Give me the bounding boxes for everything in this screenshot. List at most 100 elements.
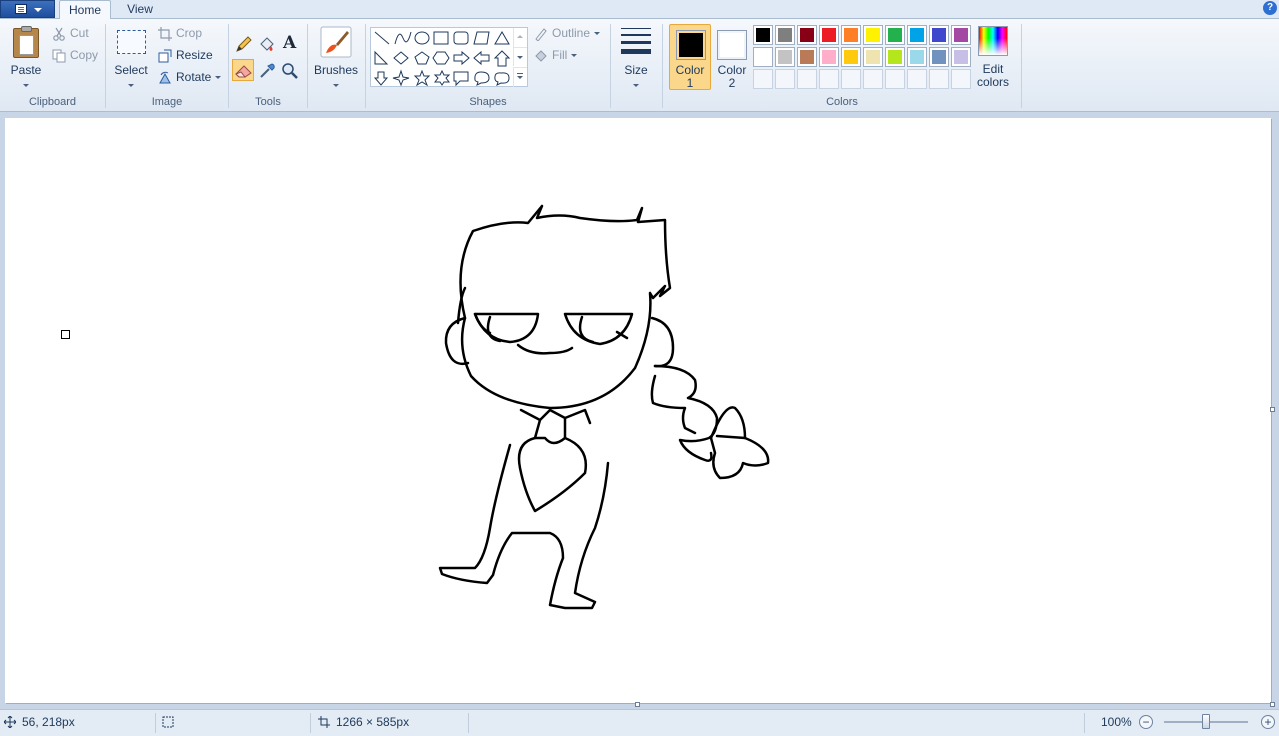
fill-tool[interactable] (255, 32, 277, 54)
clipboard-group-label: Clipboard (28, 96, 77, 108)
palette-color-swatch[interactable] (753, 25, 773, 45)
palette-color-swatch[interactable] (863, 25, 883, 45)
chevron-down-icon (34, 8, 42, 12)
palette-custom-slot[interactable] (819, 69, 839, 89)
drawing-canvas[interactable] (5, 118, 1271, 703)
right-arrow-shape-icon (453, 50, 470, 66)
zoom-out-button[interactable]: − (1139, 715, 1153, 729)
triangle-shape-icon (494, 31, 510, 45)
mouth (516, 343, 574, 355)
palette-color-swatch[interactable] (753, 47, 773, 67)
zoom-slider[interactable] (1164, 714, 1248, 729)
curve-shape-icon (394, 31, 412, 45)
tab-view[interactable]: View (118, 0, 162, 20)
zoom-slider-thumb[interactable] (1202, 714, 1210, 729)
right-eye (563, 312, 634, 346)
paste-button[interactable]: Paste (6, 22, 46, 88)
palette-color-swatch[interactable] (863, 47, 883, 67)
palette-custom-slot[interactable] (863, 69, 883, 89)
palette-custom-slot[interactable] (841, 69, 861, 89)
brushes-button[interactable]: Brushes (312, 22, 360, 88)
palette-color-swatch[interactable] (929, 25, 949, 45)
outline-button[interactable]: Outline (532, 24, 601, 44)
image-group-label: Image (151, 96, 183, 108)
gallery-expand[interactable] (513, 67, 527, 87)
chevron-down-icon (571, 54, 578, 58)
cut-label: Cut (70, 26, 89, 40)
right-triangle-shape-icon (374, 50, 389, 65)
palette-color-swatch[interactable] (907, 47, 927, 67)
palette-color-swatch[interactable] (885, 47, 905, 67)
copy-button[interactable]: Copy (50, 46, 98, 66)
rotate-icon (159, 71, 171, 84)
rounded-rectangle-shape-icon (453, 31, 469, 45)
move-cursor-icon (4, 716, 16, 728)
canvas-workspace (0, 112, 1279, 709)
heart-shirt (517, 436, 588, 513)
palette-color-swatch[interactable] (951, 47, 971, 67)
group-separator (307, 24, 308, 108)
color-1-button[interactable]: Color 1 (669, 24, 711, 90)
help-icon[interactable]: ? (1263, 1, 1277, 15)
palette-custom-slot[interactable] (885, 69, 905, 89)
character-drawing (438, 204, 770, 610)
zoom-in-button[interactable]: + (1261, 715, 1275, 729)
canvas-resize-handle-right[interactable] (1270, 407, 1275, 412)
fill-button[interactable]: Fill (532, 46, 578, 66)
palette-color-swatch[interactable] (819, 47, 839, 67)
palette-custom-slot[interactable] (929, 69, 949, 89)
palette-custom-slot[interactable] (951, 69, 971, 89)
eraser-cursor (61, 330, 70, 339)
canvas-resize-handle-bottom[interactable] (635, 702, 640, 707)
magnifier-tool[interactable] (278, 59, 300, 81)
collar (519, 408, 592, 440)
palette-color-swatch[interactable] (951, 25, 971, 45)
palette-color-swatch[interactable] (797, 47, 817, 67)
tab-home[interactable]: Home (59, 0, 111, 20)
zoom-level: 100% (1101, 715, 1132, 729)
palette-color-swatch[interactable] (841, 47, 861, 67)
color-1-number: 1 (686, 76, 694, 90)
palette-custom-slot[interactable] (753, 69, 773, 89)
canvas-resize-handle-corner[interactable] (1270, 702, 1275, 707)
text-tool[interactable]: A (278, 32, 300, 54)
edit-colors-button[interactable]: Edit colors (975, 24, 1011, 90)
polygon-shape-icon (473, 31, 490, 45)
crop-button[interactable]: Crop (156, 24, 202, 44)
fill-icon (260, 37, 274, 51)
cursor-position-cell: 56, 218px (4, 710, 154, 736)
group-separator (610, 24, 611, 108)
pencil-tool[interactable] (232, 32, 254, 54)
app-menu-button[interactable] (0, 0, 55, 18)
eraser-tool[interactable] (232, 59, 254, 81)
legs-outline (438, 443, 610, 610)
color-picker-tool[interactable] (255, 59, 277, 81)
color-spectrum-icon (978, 26, 1008, 56)
oval-callout-shape-icon (474, 71, 490, 86)
palette-custom-slot[interactable] (775, 69, 795, 89)
cut-button[interactable]: Cut (50, 24, 89, 44)
palette-color-swatch[interactable] (885, 25, 905, 45)
gallery-scroll-up[interactable] (513, 28, 527, 47)
palette-color-swatch[interactable] (929, 47, 949, 67)
oval-shape-icon (414, 31, 430, 45)
rotate-button[interactable]: Rotate (156, 68, 222, 88)
status-separator (310, 713, 311, 733)
palette-custom-slot[interactable] (797, 69, 817, 89)
palette-custom-slot[interactable] (907, 69, 927, 89)
palette-color-swatch[interactable] (819, 25, 839, 45)
colors-group-label: Colors (826, 96, 858, 108)
gallery-scroll-down[interactable] (513, 47, 527, 66)
brushes-label: Brushes (313, 63, 359, 77)
palette-color-swatch[interactable] (797, 25, 817, 45)
color-2-button[interactable]: Color 2 (711, 24, 753, 90)
palette-color-swatch[interactable] (907, 25, 927, 45)
palette-color-swatch[interactable] (775, 25, 795, 45)
palette-color-swatch[interactable] (775, 47, 795, 67)
paste-icon (13, 26, 39, 58)
shapes-group-label: Shapes (469, 96, 507, 108)
resize-button[interactable]: Resize (156, 46, 213, 66)
select-button[interactable]: Select (112, 22, 150, 88)
palette-color-swatch[interactable] (841, 25, 861, 45)
size-button[interactable]: Size (615, 22, 657, 88)
